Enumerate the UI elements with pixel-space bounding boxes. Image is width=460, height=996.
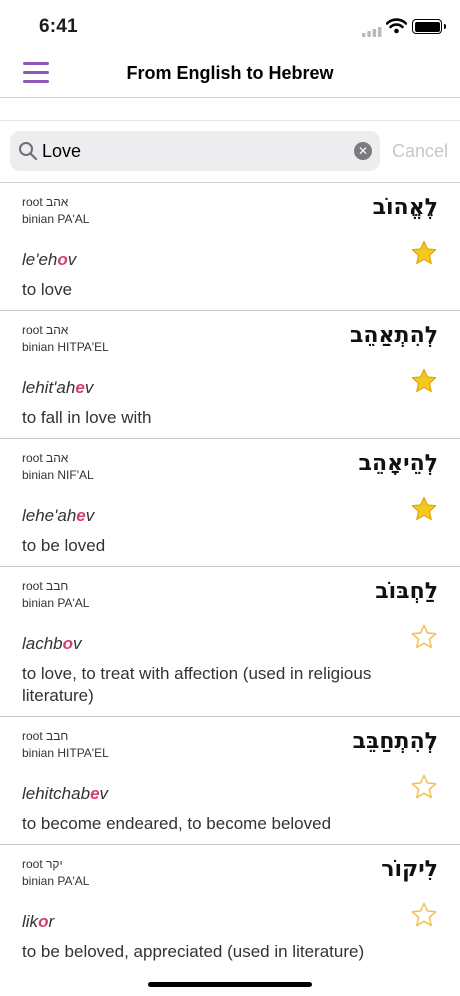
list-item[interactable]: root חבב binian PA'AL לַחְבּוֹב lachbov … — [0, 567, 460, 717]
cancel-button[interactable]: Cancel — [392, 141, 448, 162]
magnifier-icon — [19, 142, 38, 161]
root-label: root חבב — [22, 729, 69, 743]
meaning: to become endeared, to become beloved — [22, 814, 332, 833]
binian-label: binian PA'AL — [22, 596, 90, 610]
page-title: From English to Hebrew — [126, 63, 334, 83]
root-label: root אהב — [22, 451, 69, 465]
star-icon[interactable] — [410, 773, 438, 801]
hebrew-word: לֶאֱהוֹב — [372, 195, 438, 220]
root-label: root יקר — [22, 857, 63, 871]
list-item[interactable]: root אהב binian PA'AL לֶאֱהוֹב le'ehov t… — [0, 183, 460, 311]
results-list: root אהב binian PA'AL לֶאֱהוֹב le'ehov t… — [0, 183, 460, 973]
list-item[interactable]: root אהב binian HITPA'EL לְהִתְאַהֵב leh… — [0, 311, 460, 439]
star-icon[interactable] — [410, 239, 438, 267]
hebrew-word: לַחְבּוֹב — [375, 579, 438, 604]
list-item[interactable]: root יקר binian PA'AL לִיקוֹר likor to b… — [0, 845, 460, 973]
search-field[interactable]: ✕ — [10, 131, 380, 171]
hebrew-word: לִיקוֹר — [381, 857, 438, 882]
status-time: 6:41 — [39, 16, 78, 37]
cellular-signal-icon — [362, 27, 382, 37]
search-input[interactable] — [42, 137, 352, 165]
wifi-icon — [386, 18, 407, 34]
binian-label: binian PA'AL — [22, 212, 90, 226]
binian-label: binian HITPA'EL — [22, 746, 109, 760]
clear-circle-icon[interactable]: ✕ — [354, 142, 372, 160]
hebrew-word: לְהִתְאַהֵב — [350, 323, 438, 348]
root-label: root חבב — [22, 579, 69, 593]
search-bar: ✕ Cancel — [0, 120, 460, 183]
root-label: root אהב — [22, 195, 69, 209]
binian-label: binian PA'AL — [22, 874, 90, 888]
star-icon[interactable] — [410, 623, 438, 651]
root-label: root אהב — [22, 323, 69, 337]
transliteration: lehit'ahev — [22, 378, 94, 397]
meaning: to be loved — [22, 536, 106, 555]
star-icon[interactable] — [410, 901, 438, 929]
hebrew-word: לְהִתְחַבֵּב — [352, 729, 438, 754]
hebrew-word: לְהֵיאָהֵב — [358, 451, 438, 476]
list-item[interactable]: root חבב binian HITPA'EL לְהִתְחַבֵּב le… — [0, 717, 460, 845]
meaning: to love, to treat with affection (used i… — [22, 664, 372, 705]
status-bar: 6:41 — [0, 0, 460, 54]
list-item[interactable]: root אהב binian NIF'AL לְהֵיאָהֵב lehe'a… — [0, 439, 460, 567]
binian-label: binian HITPA'EL — [22, 340, 109, 354]
navigation-bar: From English to Hebrew — [0, 54, 460, 98]
star-icon[interactable] — [410, 495, 438, 523]
transliteration: lachbov — [22, 634, 82, 653]
meaning: to fall in love with — [22, 408, 152, 427]
transliteration: le'ehov — [22, 250, 77, 269]
transliteration: likor — [22, 912, 55, 931]
meaning: to love — [22, 280, 73, 299]
binian-label: binian NIF'AL — [22, 468, 94, 482]
transliteration: lehe'ahev — [22, 506, 95, 525]
home-indicator[interactable] — [148, 982, 312, 987]
meaning: to be beloved, appreciated (used in lite… — [22, 942, 365, 961]
transliteration: lehitchabev — [22, 784, 109, 803]
star-icon[interactable] — [410, 367, 438, 395]
battery-icon — [412, 19, 446, 34]
